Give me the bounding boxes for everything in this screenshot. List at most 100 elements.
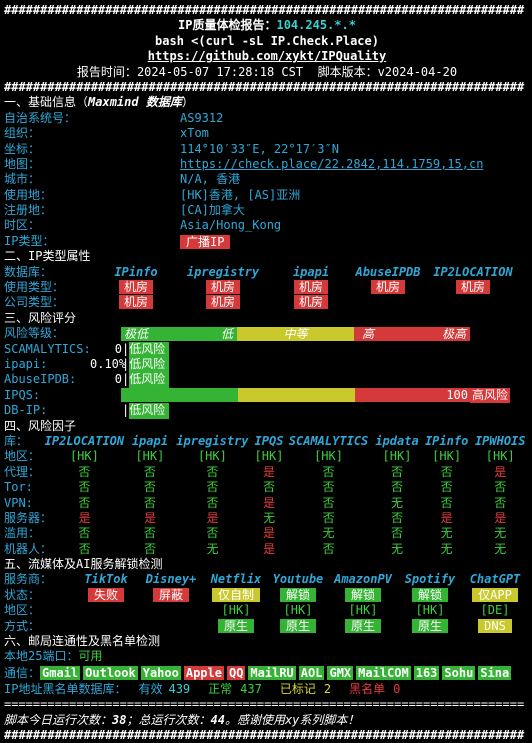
port25-value: 可用 <box>78 649 103 664</box>
risk-level-row: 风险等级： 极低 低 中等 高 极高 <box>4 326 530 341</box>
hash-divider: ########################################… <box>4 79 525 94</box>
factor-row: Tor: 否 否 否 否 否 否 否 否 <box>4 480 530 495</box>
method-row: 方式： 原生 原生 原生 原生 DNS <box>4 618 530 634</box>
factor-row: 代理： 否 否 否 是 否 否 否 是 <box>4 465 530 480</box>
usage-tag: 机房 <box>370 280 405 295</box>
method-tag: DNS <box>478 618 512 633</box>
factor-cell: [HK] <box>432 449 462 464</box>
factor-db-name: ipapi <box>131 433 168 448</box>
factor-label: VPN: <box>4 495 33 510</box>
hash-divider: ########################################… <box>4 3 525 17</box>
black-count: 0 <box>393 681 401 696</box>
usage-tag: 机房 <box>205 280 240 295</box>
mail-comm-row: 通信： Gmail Outlook Yahoo Apple QQ MailRU AOL GMX… <box>4 665 530 682</box>
mail-provider-tag: Yahoo <box>140 666 181 681</box>
valid-label: 有效 <box>138 681 163 696</box>
map-link[interactable]: https://check.place/22.2842,114.1759,15,… <box>180 157 483 172</box>
risk-level-bar: 极低 低 中等 高 极高 <box>121 326 470 341</box>
iptype-cell: 机房 <box>172 295 274 310</box>
factor-cell: 是 <box>494 510 507 525</box>
factor-cell: 否 <box>391 510 404 525</box>
db-name: ipapi <box>292 264 330 279</box>
basic-info-label: 组织： <box>4 126 41 141</box>
region-row: 地区： [HK] [HK] [HK] [HK] [DE] <box>4 603 530 618</box>
factor-label: 机器人： <box>4 541 53 556</box>
risk-source: ipapi: <box>4 356 48 371</box>
repo-link[interactable]: https://github.com/xykt/IPQuality <box>148 49 386 64</box>
risk-score-list: SCAMALYTICS: 0 | 低风险 ipapi: 0.10% | 低风险 AbuseIPD… <box>4 341 530 419</box>
mail-provider-tag: QQ <box>226 666 246 681</box>
method-tag-cell: 原生 <box>204 618 268 634</box>
factor-cell: [HK] <box>254 449 284 464</box>
lib-label: 库： <box>4 433 29 448</box>
version: v2024-04-20 <box>377 64 458 79</box>
factor-cell: 否 <box>391 464 404 479</box>
iptype-cell: 机房 <box>172 280 274 295</box>
risk-score-row: AbuseIPDB: 0 | 低风险 <box>4 372 530 388</box>
basic-info-label: 坐标： <box>4 141 41 156</box>
factor-cell: 是 <box>78 510 91 525</box>
db-name: IP2LOCATION <box>433 264 513 279</box>
factor-cell: 否 <box>206 526 219 541</box>
report-ip: 104.245.*.* <box>276 18 356 33</box>
factor-cell: 无 <box>206 541 219 556</box>
factor-cell: 否 <box>78 526 91 541</box>
bar-marker: | <box>122 356 130 371</box>
factor-cell: 否 <box>206 464 219 479</box>
status-tag: 解锁 <box>411 587 448 602</box>
factor-db-name: IPQS <box>254 433 284 448</box>
factor-header-row: 库： IP2LOCATION ipapi ipregistry IPQS SCAMALY… <box>4 434 530 449</box>
basic-info-row: 注册地： [CA]加拿大 <box>4 203 530 218</box>
db-name: ipregistry <box>186 264 260 279</box>
risk-level-text: 低风险 <box>129 341 170 357</box>
risk-level-text: 高风险 <box>470 387 511 404</box>
risk-score-value: 0 <box>114 341 122 356</box>
basic-info-value: Asia/Hong_Kong <box>180 218 282 233</box>
factor-cell: 无 <box>440 541 453 556</box>
risk-level-text: 低风险 <box>129 356 170 373</box>
usage-tag: 机房 <box>293 295 328 310</box>
iptype-use-row: 使用类型： 机房 机房 机房 机房 机房 <box>4 280 530 295</box>
command-line: bash <(curl -sL IP.Check.Place) <box>155 33 379 48</box>
iptype-cell: 机房 <box>274 280 348 295</box>
risk-score-row: IPQS: 100 高风险 <box>4 387 530 404</box>
company-type-label: 公司类型： <box>4 295 65 310</box>
service-name: TikTok <box>84 572 128 587</box>
factor-cell: 否 <box>494 480 507 495</box>
factor-label: 代理： <box>4 464 41 479</box>
footer-today-label: 脚本今日运行次数： <box>4 712 113 727</box>
risk-score-bar: 100 <box>121 388 470 403</box>
iptype-cell: 机房 <box>100 280 172 295</box>
risk-source: SCAMALYTICS: <box>4 341 91 356</box>
bar-fill-mid <box>238 388 355 403</box>
mail-provider-tag: MailCOM <box>356 666 411 681</box>
factor-cell: 无 <box>322 526 335 541</box>
valid-count: 439 <box>168 681 191 696</box>
basic-info-label: 时区： <box>4 218 41 233</box>
risk-score-row: DB-IP: | 低风险 <box>4 403 530 419</box>
basic-info-row: 自治系统号： AS9312 <box>4 111 530 126</box>
risk-score-row: SCAMALYTICS: 0 | 低风险 <box>4 341 530 357</box>
marked-count: 2 <box>323 681 332 696</box>
method-label: 方式： <box>4 618 41 633</box>
status-tag-cell: 失败 <box>74 587 138 603</box>
bar-marker: | <box>122 341 130 356</box>
level-low: 低 <box>179 326 237 341</box>
usage-tag: 机房 <box>205 295 240 310</box>
level-very-low: 极低 <box>121 326 179 341</box>
factor-cell: 是 <box>440 510 453 525</box>
marked-label: 已标记 <box>279 681 316 696</box>
iptype-cell: 机房 <box>428 280 518 295</box>
comm-label: 通信： <box>4 665 41 680</box>
risk-score-value: 0 <box>114 372 122 387</box>
factor-row: 机器人： 否 否 无 是 否 无 无 无 <box>4 542 530 557</box>
factor-label: 滥用： <box>4 526 41 541</box>
method-tag-cell: 原生 <box>328 618 398 634</box>
basic-info-row: IP类型： 广播IP <box>4 234 530 249</box>
section-stream-title: 五、流媒体及AI服务解锁检测 <box>4 557 163 572</box>
method-tag-cell: DNS <box>462 618 528 634</box>
method-tag: 原生 <box>411 618 448 633</box>
terminal-output: ########################################… <box>4 3 530 743</box>
status-tag: 解锁 <box>279 587 316 602</box>
normal-count: 437 <box>240 681 262 696</box>
